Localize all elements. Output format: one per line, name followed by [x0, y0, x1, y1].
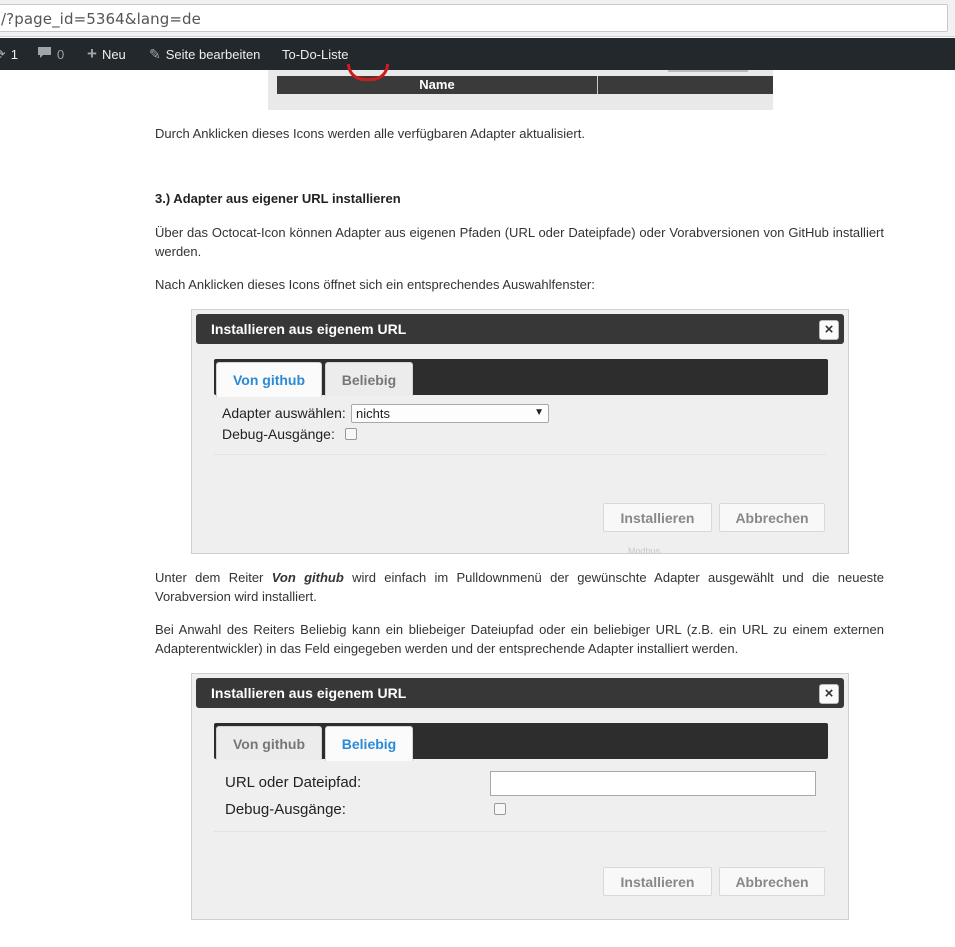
cancel-button[interactable]: Abbrechen [719, 503, 825, 532]
comments-count: 0 [57, 46, 65, 62]
paragraph-octocat: Über das Octocat-Icon können Adapter aus… [155, 225, 884, 259]
debug-label: Debug-Ausgänge: [225, 801, 346, 818]
paragraph-selection-window: Nach Anklicken dieses Icons öffnet sich … [155, 277, 595, 292]
dialog-screenshot-beliebig: Installieren aus eigenem URL × Von githu… [191, 673, 849, 920]
top-screenshot-image: Name [268, 64, 773, 110]
comments-item[interactable]: 0 [37, 38, 64, 70]
debug-label: Debug-Ausgänge: [222, 426, 335, 442]
dialog-title-bar: Installieren aus eigenem URL × [196, 314, 844, 344]
pencil-icon: ✎ [149, 45, 161, 62]
dialog-screenshot-github: Installieren aus eigenem URL × Von githu… [191, 309, 849, 556]
table-header: Name [277, 76, 773, 94]
url-path-label: URL oder Dateipfad: [225, 774, 362, 791]
dialog-divider [214, 831, 826, 832]
paragraph-update-info: Durch Anklicken dieses Icons werden alle… [155, 126, 585, 141]
edit-page-label: Seite bearbeiten [165, 46, 261, 62]
todo-item[interactable]: To-Do-Liste [282, 38, 348, 70]
wp-admin-bar: ⟳ 1 0 + Neu ✎ Seite bearbeiten To-Do-Lis… [0, 38, 955, 70]
dialog-title: Installieren aus eigenem URL [211, 685, 407, 701]
install-button[interactable]: Installieren [603, 503, 712, 532]
dialog-divider [214, 454, 826, 455]
comment-icon [37, 46, 52, 63]
dialog-tab-bar: Von github Beliebig [214, 723, 828, 761]
tab-beliebig[interactable]: Beliebig [325, 362, 413, 396]
plus-icon: + [87, 44, 97, 63]
dialog-title: Installieren aus eigenem URL [211, 321, 407, 337]
tab-beliebig[interactable]: Beliebig [325, 726, 413, 761]
column-header-name: Name [419, 77, 455, 92]
cancel-button[interactable]: Abbrechen [719, 867, 825, 896]
updates-item[interactable]: ⟳ 1 [0, 38, 18, 70]
url-text: /?page_id=5364&lang=de [1, 10, 202, 28]
dropdown-arrow-icon: ▼ [534, 407, 544, 418]
section-heading: 3.) Adapter aus eigener URL installieren [155, 191, 401, 206]
install-button[interactable]: Installieren [603, 867, 712, 896]
url-field[interactable]: /?page_id=5364&lang=de [0, 4, 948, 32]
dialog-tab-bar: Von github Beliebig [214, 359, 828, 397]
browser-address-bar: /?page_id=5364&lang=de [0, 0, 955, 37]
column-separator [597, 76, 598, 94]
p4-pre: Unter dem Reiter [155, 570, 272, 585]
faint-background-text: Modbus [628, 546, 661, 556]
todo-label: To-Do-Liste [282, 46, 349, 62]
edit-page-item[interactable]: ✎ Seite bearbeiten [149, 38, 260, 70]
updates-icon: ⟳ [0, 46, 6, 63]
new-item[interactable]: + Neu [87, 38, 126, 70]
tab-von-github[interactable]: Von github [216, 362, 322, 397]
top-image-field [668, 70, 748, 72]
dialog-title-bar: Installieren aus eigenem URL × [196, 678, 844, 708]
p4-emphasis: Von github [271, 570, 344, 585]
updates-count: 1 [10, 46, 18, 62]
adapter-select-label: Adapter auswählen: [222, 405, 346, 421]
debug-checkbox[interactable] [345, 428, 357, 440]
adapter-select-value: nichts [356, 406, 390, 421]
paragraph-beliebig-tab: Bei Anwahl des Reiters Beliebig kann ein… [155, 622, 884, 656]
paragraph-github-tab: Unter dem Reiter Von github wird einfach… [155, 568, 884, 606]
new-label: Neu [101, 46, 126, 62]
debug-checkbox[interactable] [494, 803, 506, 815]
tab-von-github[interactable]: Von github [216, 726, 322, 760]
close-icon[interactable]: × [819, 320, 839, 340]
close-icon[interactable]: × [819, 684, 839, 704]
adapter-select[interactable]: nichts ▼ [351, 404, 549, 423]
url-path-input[interactable] [490, 771, 816, 796]
